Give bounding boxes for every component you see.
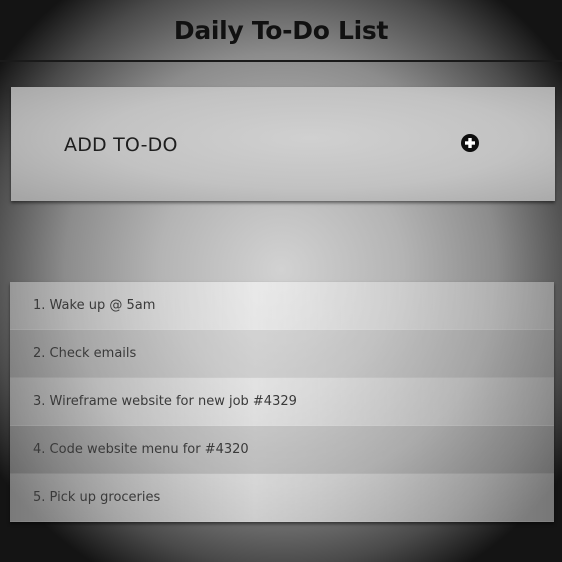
todo-item-text: 5. Pick up groceries	[33, 490, 161, 505]
todo-item[interactable]: 2. Check emails	[10, 330, 554, 378]
todo-item-text: 4. Code website menu for #4320	[33, 442, 249, 457]
plus-circle-icon	[461, 134, 479, 152]
add-todo-label: ADD TO-DO	[64, 134, 178, 156]
todo-item-text: 3. Wireframe website for new job #4329	[33, 394, 297, 409]
todo-item-text: 1. Wake up @ 5am	[33, 298, 156, 313]
todo-item[interactable]: 4. Code website menu for #4320	[10, 426, 554, 474]
page-title: Daily To-Do List	[173, 15, 389, 45]
todo-item[interactable]: 1. Wake up @ 5am	[10, 282, 554, 330]
todo-item[interactable]: 5. Pick up groceries	[10, 474, 554, 522]
todo-item[interactable]: 3. Wireframe website for new job #4329	[10, 378, 554, 426]
add-todo-card[interactable]: ADD TO-DO	[11, 87, 555, 201]
app-header: Daily To-Do List	[0, 0, 562, 62]
add-todo-button[interactable]	[461, 134, 479, 152]
todo-item-text: 2. Check emails	[33, 346, 137, 361]
todo-list: 1. Wake up @ 5am 2. Check emails 3. Wire…	[10, 282, 554, 522]
